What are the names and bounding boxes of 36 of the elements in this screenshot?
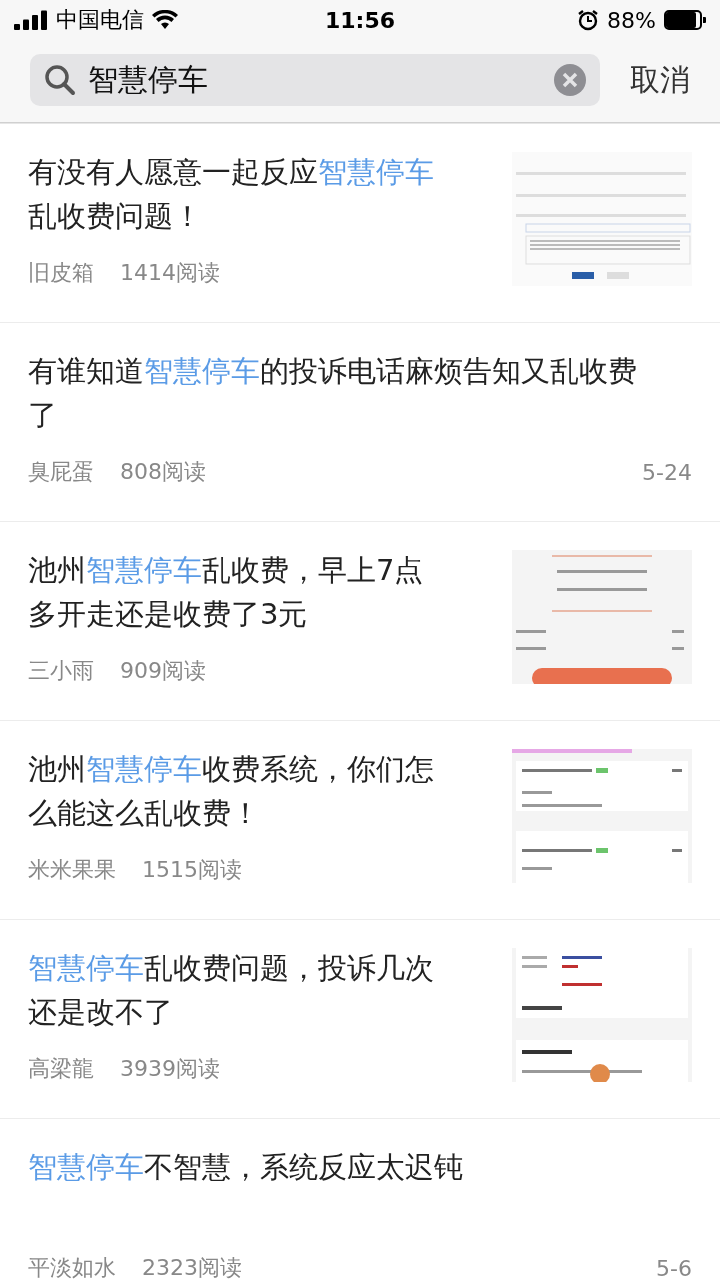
search-field[interactable]: 智慧停车 bbox=[30, 54, 600, 106]
author-name: 平淡如水 bbox=[28, 1254, 116, 1280]
wifi-icon bbox=[152, 10, 178, 30]
read-count: 3939阅读 bbox=[120, 1055, 220, 1083]
read-count: 1515阅读 bbox=[142, 856, 242, 884]
result-title: 池州智慧停车乱收费，早上7点多开走还是收费了3元 bbox=[28, 552, 425, 633]
search-icon bbox=[44, 64, 76, 96]
author-name: 臭屁蛋 bbox=[28, 458, 94, 486]
read-count: 1414阅读 bbox=[120, 259, 220, 287]
result-item[interactable]: 智慧停车不智慧，系统反应太迟钝 平淡如水 2323阅读 5-6 bbox=[0, 1119, 720, 1280]
author-name: 三小雨 bbox=[28, 657, 94, 685]
result-title: 智慧停车不智慧，系统反应太迟钝 bbox=[28, 1149, 464, 1186]
post-date: 5-6 bbox=[656, 1255, 692, 1280]
author-name: 旧皮箱 bbox=[28, 259, 94, 287]
result-item[interactable]: 池州智慧停车收费系统，你们怎么能这么乱收费！ 米米果果 1515阅读 bbox=[0, 721, 720, 920]
result-title: 池州智慧停车收费系统，你们怎么能这么乱收费！ bbox=[28, 751, 435, 832]
read-count: 909阅读 bbox=[120, 657, 206, 685]
cancel-button[interactable]: 取消 bbox=[600, 59, 720, 101]
result-item[interactable]: 有谁知道智慧停车的投诉电话麻烦告知又乱收费了 臭屁蛋 808阅读 5-24 bbox=[0, 323, 720, 522]
result-item[interactable]: 智慧停车乱收费问题，投诉几次还是改不了 高梁龍 3939阅读 bbox=[0, 920, 720, 1119]
result-title: 有谁知道智慧停车的投诉电话麻烦告知又乱收费了 bbox=[28, 353, 638, 434]
result-title: 有没有人愿意一起反应智慧停车 乱收费问题！ bbox=[28, 154, 435, 235]
author-name: 米米果果 bbox=[28, 856, 116, 884]
read-count: 808阅读 bbox=[120, 458, 206, 486]
signal-icon bbox=[14, 10, 48, 30]
post-date: 5-24 bbox=[642, 459, 692, 485]
clear-icon[interactable] bbox=[554, 64, 586, 96]
result-title: 智慧停车乱收费问题，投诉几次还是改不了 bbox=[28, 950, 435, 1031]
author-name: 高梁龍 bbox=[28, 1055, 94, 1083]
clock-time: 11:56 bbox=[325, 7, 395, 33]
result-item[interactable]: 有没有人愿意一起反应智慧停车 乱收费问题！ 旧皮箱 1414阅读 bbox=[0, 124, 720, 323]
read-count: 2323阅读 bbox=[142, 1254, 242, 1280]
alarm-clock-icon bbox=[577, 9, 600, 31]
battery-percentage: 88% bbox=[607, 7, 656, 33]
result-item[interactable]: 池州智慧停车乱收费，早上7点多开走还是收费了3元 三小雨 909阅读 bbox=[0, 522, 720, 721]
carrier-name: 中国电信 bbox=[56, 6, 144, 34]
